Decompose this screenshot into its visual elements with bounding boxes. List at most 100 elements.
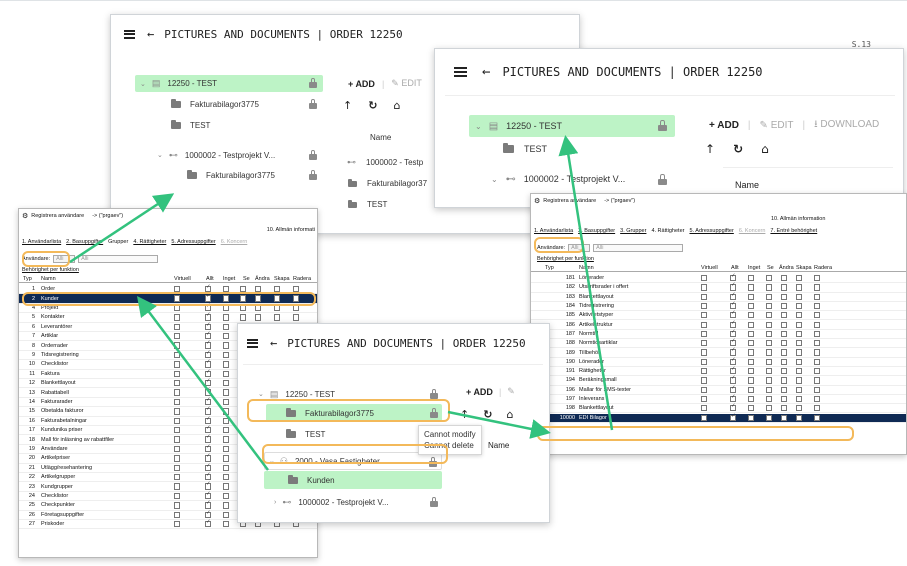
permission-checkbox[interactable] — [223, 521, 230, 528]
tab-basic[interactable]: 2. Basuppgifter — [578, 228, 615, 234]
table-row[interactable]: 190 Lönerader — [531, 357, 906, 367]
table-row[interactable]: 5 Kontakter — [19, 312, 317, 323]
permission-checkbox[interactable] — [766, 349, 773, 356]
permission-checkbox[interactable] — [814, 414, 821, 421]
permission-checkbox[interactable] — [205, 387, 212, 396]
permission-checkbox[interactable] — [796, 340, 803, 347]
permission-checkbox[interactable] — [223, 351, 230, 359]
permission-checkbox[interactable] — [223, 323, 230, 330]
permission-checkbox[interactable] — [748, 386, 755, 393]
permission-checkbox[interactable] — [748, 414, 755, 421]
permission-checkbox[interactable] — [223, 445, 230, 453]
chevron-down-icon[interactable]: ⌄ — [258, 390, 264, 398]
permission-checkbox[interactable] — [814, 275, 821, 282]
menu-icon[interactable] — [454, 67, 467, 77]
permission-checkbox[interactable] — [781, 349, 788, 356]
permission-checkbox[interactable] — [174, 333, 181, 340]
permission-checkbox[interactable] — [174, 323, 181, 330]
permission-checkbox[interactable] — [223, 342, 230, 349]
permission-checkbox[interactable] — [223, 370, 230, 377]
tree-project[interactable]: ⌄ ⊷ 1000002 - Testprojekt V... — [135, 147, 323, 163]
permission-checkbox[interactable] — [796, 284, 803, 291]
permission-checkbox[interactable] — [205, 321, 212, 330]
permission-checkbox[interactable] — [781, 312, 788, 319]
permission-checkbox[interactable] — [748, 358, 755, 365]
permission-checkbox[interactable] — [766, 377, 773, 384]
permission-checkbox[interactable] — [796, 321, 803, 328]
permission-checkbox[interactable] — [223, 464, 230, 471]
permission-checkbox[interactable] — [730, 384, 737, 393]
permission-checkbox[interactable] — [174, 417, 181, 424]
tree-root[interactable]: ⌄ ▤ 12250 - TEST — [469, 115, 675, 137]
permission-checkbox[interactable] — [796, 349, 803, 356]
file-row[interactable]: TEST — [339, 199, 387, 209]
tab-rights[interactable]: 4. Rättigheter — [651, 228, 684, 234]
permission-checkbox[interactable] — [748, 284, 755, 291]
chevron-down-icon[interactable]: ⌄ — [475, 122, 482, 131]
permission-checkbox[interactable] — [796, 386, 803, 393]
table-row[interactable]: 187 Normtid — [531, 329, 906, 340]
permission-checkbox[interactable] — [223, 380, 230, 387]
permission-checkbox[interactable] — [293, 314, 300, 321]
user-name-input[interactable]: Alli — [593, 244, 684, 252]
permission-checkbox[interactable] — [781, 330, 788, 338]
permission-checkbox[interactable] — [701, 358, 708, 365]
permission-checkbox[interactable] — [701, 377, 708, 384]
table-row[interactable]: 185 Aktivitetstyper — [531, 310, 906, 321]
permission-checkbox[interactable] — [748, 405, 755, 412]
permission-checkbox[interactable] — [730, 412, 737, 421]
permission-checkbox[interactable] — [205, 350, 212, 359]
permission-checkbox[interactable] — [796, 405, 803, 412]
permission-checkbox[interactable] — [730, 273, 737, 282]
permission-checkbox[interactable] — [766, 321, 773, 328]
permission-checkbox[interactable] — [730, 338, 737, 347]
permission-checkbox[interactable] — [814, 386, 821, 393]
table-row[interactable]: 191 Rättigheter — [531, 366, 906, 377]
permission-checkbox[interactable] — [174, 445, 181, 453]
permission-checkbox[interactable] — [174, 436, 181, 443]
permission-checkbox[interactable] — [205, 359, 212, 368]
permission-checkbox[interactable] — [766, 284, 773, 291]
permission-checkbox[interactable] — [730, 291, 737, 300]
permission-checkbox[interactable] — [814, 293, 821, 300]
tree-folder-test[interactable]: TEST — [135, 117, 323, 133]
permission-checkbox[interactable] — [766, 386, 773, 393]
permission-checkbox[interactable] — [730, 319, 737, 328]
permission-checkbox[interactable] — [748, 275, 755, 282]
permission-checkbox[interactable] — [174, 389, 181, 396]
permission-checkbox[interactable] — [174, 361, 181, 368]
tree-folder-test[interactable]: TEST — [266, 426, 442, 442]
permission-checkbox[interactable] — [766, 330, 773, 338]
permission-checkbox[interactable] — [701, 284, 708, 291]
permission-checkbox[interactable] — [748, 302, 755, 310]
permission-checkbox[interactable] — [701, 321, 708, 328]
permission-checkbox[interactable] — [814, 302, 821, 310]
tab-address[interactable]: 5. Adressuppgifter — [171, 239, 215, 245]
permission-checkbox[interactable] — [701, 340, 708, 347]
permission-checkbox[interactable] — [205, 434, 212, 443]
tab-groups[interactable]: 3. Grupper — [620, 228, 646, 234]
permission-checkbox[interactable] — [814, 330, 821, 338]
table-row[interactable]: 197 Inleverans — [531, 394, 906, 405]
permission-checkbox[interactable] — [748, 395, 755, 403]
permission-checkbox[interactable] — [814, 349, 821, 356]
permission-checkbox[interactable] — [730, 347, 737, 356]
permission-checkbox[interactable] — [174, 342, 181, 349]
permission-checkbox[interactable] — [223, 417, 230, 424]
permission-checkbox[interactable] — [174, 492, 181, 500]
permission-checkbox[interactable] — [796, 368, 803, 375]
permission-checkbox[interactable] — [701, 395, 708, 403]
permission-checkbox[interactable] — [205, 368, 212, 377]
up-arrow-icon[interactable]: ↑ — [343, 99, 352, 112]
permission-checkbox[interactable] — [781, 340, 788, 347]
permission-checkbox[interactable] — [814, 340, 821, 347]
permission-checkbox[interactable] — [205, 378, 212, 387]
permission-checkbox[interactable] — [205, 481, 212, 490]
permission-checkbox[interactable] — [730, 403, 737, 412]
permission-checkbox[interactable] — [781, 358, 788, 365]
add-button[interactable]: + ADD — [709, 120, 739, 131]
table-row[interactable]: 10000 EDI Bilagor — [531, 412, 906, 423]
add-button[interactable]: + ADD — [466, 387, 493, 397]
permission-checkbox[interactable] — [814, 321, 821, 328]
permission-checkbox[interactable] — [748, 340, 755, 347]
